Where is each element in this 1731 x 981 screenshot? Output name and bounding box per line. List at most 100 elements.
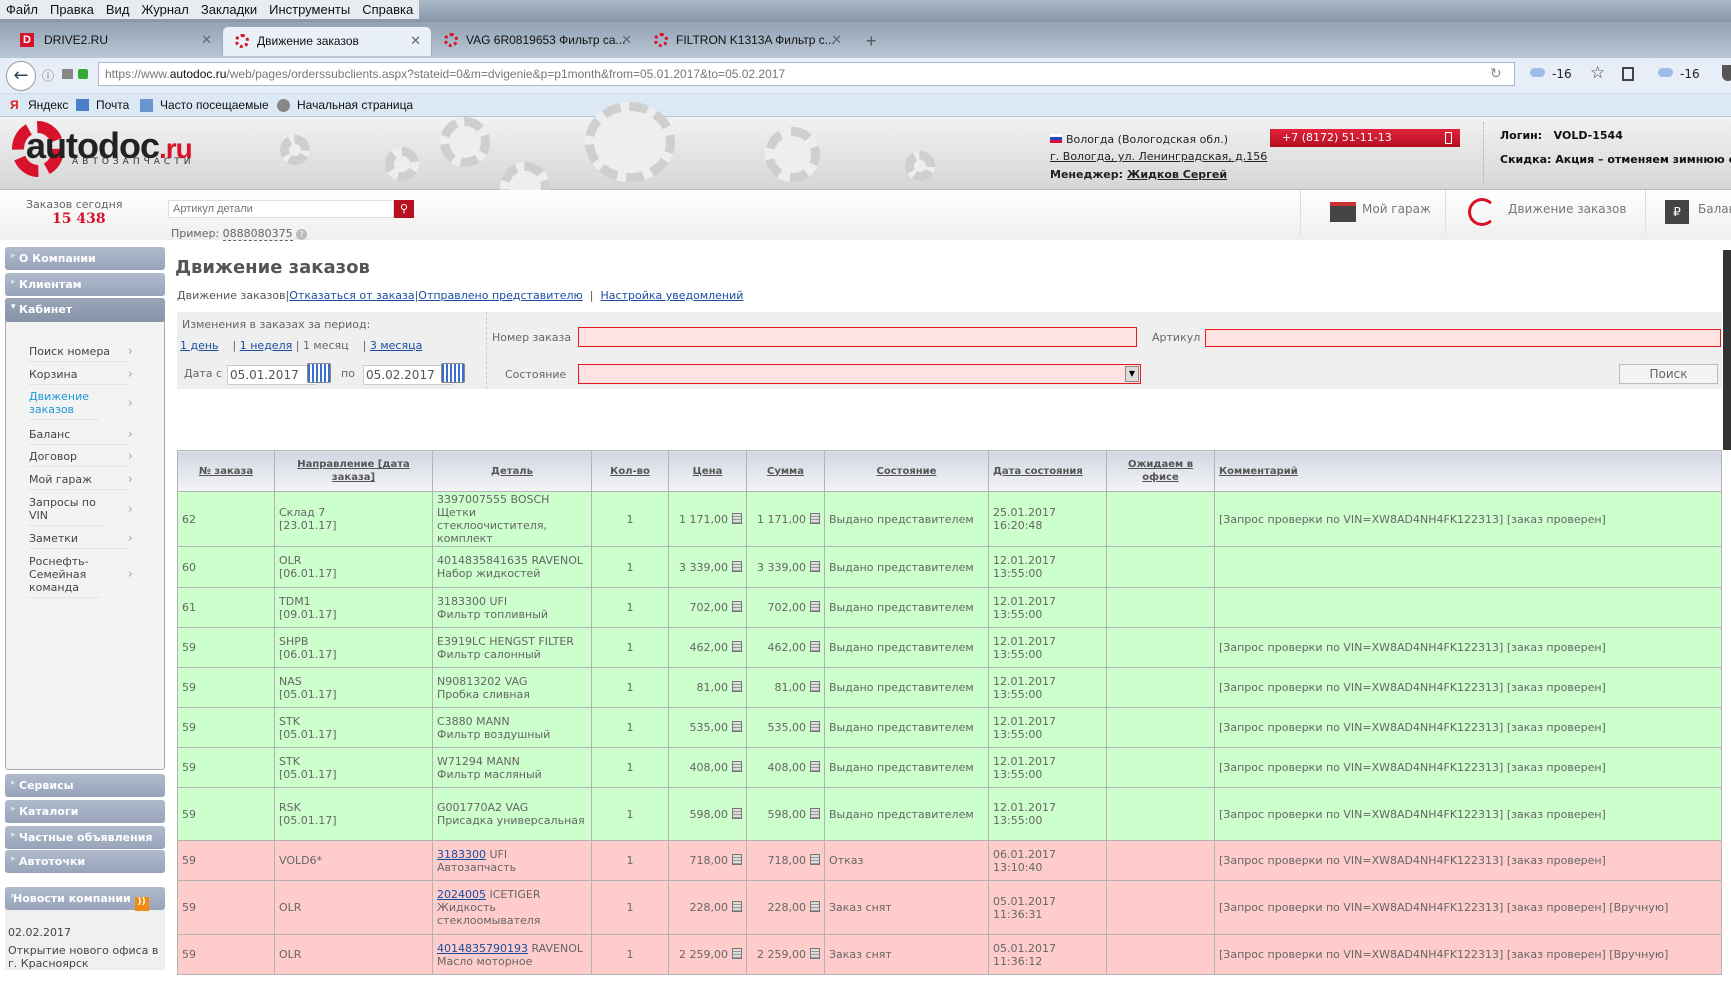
period-1-month[interactable]: 1 месяц (303, 339, 349, 352)
sidebar-section-autopoints[interactable]: Автоточки (5, 850, 165, 873)
url-bar[interactable]: https://www.autodoc.ru/web/pages/orderss… (98, 62, 1515, 86)
help-icon[interactable]: ? (296, 229, 308, 240)
tab-orders[interactable]: Движение заказов ✕ (222, 26, 432, 56)
scrollbar[interactable] (1723, 250, 1731, 450)
calculator-icon[interactable] (810, 512, 820, 524)
star-icon[interactable]: ☆ (1590, 63, 1605, 83)
calculator-icon[interactable] (732, 761, 742, 772)
sidebar-section-services[interactable]: Сервисы (5, 774, 165, 797)
shield-icon[interactable] (1722, 65, 1731, 81)
sidebar-item-rosneft[interactable]: Роснефть-Семейная команда › (29, 555, 133, 598)
part-number-link[interactable]: 3183300 (437, 848, 486, 861)
calculator-icon[interactable] (732, 601, 742, 612)
sidebar-section-catalogs[interactable]: Каталоги (5, 800, 165, 823)
calculator-icon[interactable] (810, 601, 820, 612)
menu-bookmarks[interactable]: Закладки (201, 2, 257, 17)
order-number-input[interactable] (578, 327, 1137, 347)
calculator-icon[interactable] (810, 681, 820, 692)
manager-link[interactable]: Жидков Сергей (1127, 168, 1227, 181)
menu-help[interactable]: Справка (362, 2, 413, 17)
period-1-day[interactable]: 1 день (180, 339, 219, 352)
city[interactable]: Вологда (Вологодская обл.) (1066, 133, 1228, 146)
sidebar-item-orders[interactable]: Движение заказов › (29, 390, 133, 420)
close-icon[interactable]: ✕ (621, 32, 632, 48)
header-price[interactable]: Цена (668, 450, 747, 492)
search-submit-button[interactable]: Поиск (1619, 364, 1718, 384)
sidebar-section-company[interactable]: О Компании (5, 247, 165, 270)
calendar-icon[interactable] (307, 363, 331, 383)
menu-view[interactable]: Вид (106, 2, 130, 17)
news-header[interactable]: Новости компании )) (5, 887, 165, 911)
sidebar-item-balance[interactable]: Баланс › (29, 427, 133, 445)
sidebar-item-contract[interactable]: Договор › (29, 449, 133, 467)
header-comment[interactable]: Комментарий (1214, 450, 1722, 492)
calculator-icon[interactable] (810, 901, 820, 912)
calendar-icon[interactable] (441, 363, 465, 383)
calculator-icon[interactable] (732, 854, 742, 865)
bookmark-mail[interactable]: Почта (96, 98, 129, 112)
bookmark-yandex[interactable]: Яндекс (28, 98, 68, 112)
sidebar-item-notes[interactable]: Заметки › (29, 531, 133, 549)
bookmark-start-page[interactable]: Начальная страница (297, 98, 413, 112)
header-order-no[interactable]: № заказа (177, 450, 275, 492)
reload-icon[interactable]: ↻ (1490, 66, 1502, 82)
calculator-icon[interactable] (810, 641, 820, 652)
tab-drive2[interactable]: D DRIVE2.RU ✕ (0, 26, 222, 56)
date-from-input[interactable]: 05.01.2017 (227, 365, 317, 385)
menu-tools[interactable]: Инструменты (269, 2, 350, 17)
header-state[interactable]: Состояние (824, 450, 989, 492)
calculator-icon[interactable] (810, 560, 820, 572)
sidebar-section-ads[interactable]: Частные объявления (5, 826, 165, 849)
sidebar-item-vin-requests[interactable]: Запросы по VIN › (29, 496, 133, 526)
calculator-icon[interactable] (810, 854, 820, 865)
part-number-link[interactable]: 4014835790193 (437, 942, 528, 955)
example-link[interactable]: 0888080375 (222, 227, 293, 241)
back-button[interactable]: ← (6, 61, 36, 91)
menu-history[interactable]: Журнал (141, 2, 188, 17)
header-expected[interactable]: Ожидаем в офисе (1106, 450, 1215, 492)
calculator-icon[interactable] (732, 681, 742, 692)
phone-bar[interactable]: +7 (8172) 51-11-13 (1270, 129, 1460, 147)
period-3-months[interactable]: 3 месяца (370, 339, 422, 352)
search-button[interactable]: ⚲ (394, 200, 414, 218)
news-text[interactable]: Открытие нового офиса в г. Красноярск (8, 944, 165, 970)
article-search-input[interactable] (168, 200, 394, 218)
top-link-orders[interactable]: Движение заказов (1508, 202, 1626, 216)
calculator-icon[interactable] (732, 807, 742, 819)
menu-file[interactable]: Файл (6, 2, 38, 17)
subnav-cancel[interactable]: Отказаться от заказа (289, 289, 414, 302)
calculator-icon[interactable] (810, 721, 820, 732)
period-1-week[interactable]: 1 неделя (240, 339, 292, 352)
close-icon[interactable]: ✕ (201, 32, 212, 48)
close-icon[interactable]: ✕ (410, 33, 421, 49)
tab-vag[interactable]: VAG 6R0819653 Фильтр са... ✕ (432, 26, 642, 56)
header-sum[interactable]: Сумма (746, 450, 825, 492)
bookmark-most-visited[interactable]: Часто посещаемые (160, 98, 269, 112)
calculator-icon[interactable] (810, 761, 820, 772)
calculator-icon[interactable] (732, 901, 742, 912)
sidebar-item-cart[interactable]: Корзина › (29, 367, 133, 385)
state-select[interactable]: ▼ (578, 364, 1141, 384)
top-link-garage[interactable]: Мой гараж (1362, 202, 1431, 216)
calculator-icon[interactable] (732, 948, 742, 959)
sidebar-item-garage[interactable]: Мой гараж › (29, 472, 133, 490)
subnav-notifications[interactable]: Настройка уведомлений (601, 289, 744, 302)
menu-edit[interactable]: Правка (50, 2, 94, 17)
calculator-icon[interactable] (732, 560, 742, 572)
sidebar-section-clients[interactable]: Клиентам (5, 273, 165, 296)
header-state-date[interactable]: Дата состояния (988, 450, 1107, 492)
new-tab-button[interactable]: + (860, 24, 877, 54)
address-link[interactable]: г. Вологда, ул. Ленинградская, д.156 (1050, 150, 1267, 163)
date-to-input[interactable]: 05.02.2017 (363, 365, 453, 385)
header-qty[interactable]: Кол-во (591, 450, 669, 492)
article-input[interactable] (1205, 329, 1721, 347)
sidebar-section-cabinet[interactable]: Кабинет (5, 298, 165, 322)
calculator-icon[interactable] (810, 807, 820, 819)
chevron-down-icon[interactable]: ▼ (1125, 366, 1139, 382)
top-link-balance[interactable]: Балан (1698, 202, 1731, 216)
close-icon[interactable]: ✕ (831, 32, 842, 48)
subnav-sent[interactable]: Отправлено представителю (418, 289, 583, 302)
part-number-link[interactable]: 2024005 (437, 888, 486, 901)
calculator-icon[interactable] (732, 512, 742, 524)
sidebar-item-number-search[interactable]: Поиск номера › (29, 344, 133, 362)
